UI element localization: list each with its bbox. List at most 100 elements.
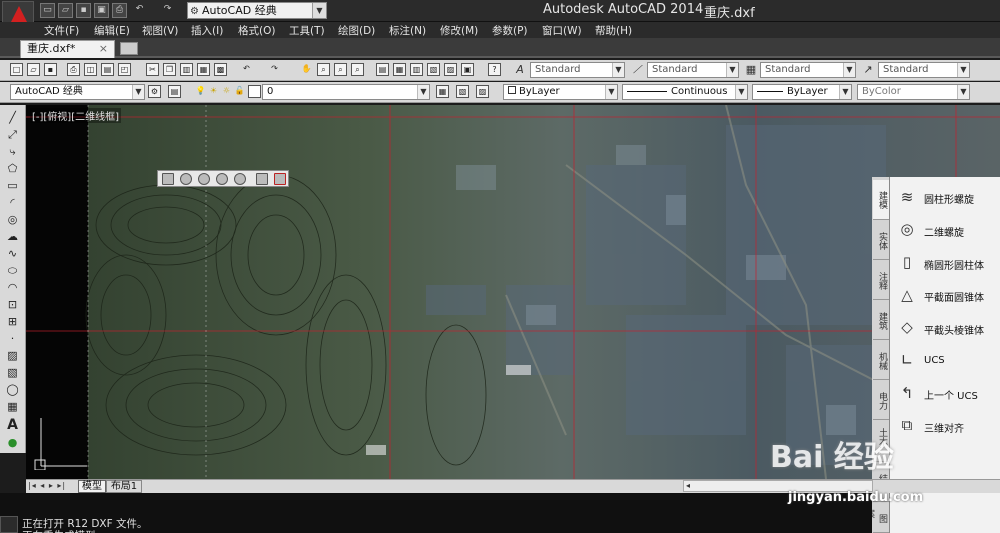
palette-tab-electrical[interactable]: 电力 xyxy=(873,382,889,420)
text-style-dropdown[interactable]: Standard ▼ xyxy=(530,62,625,78)
elliptic-cylinder-icon[interactable]: ▯ xyxy=(895,250,919,274)
spiral-icon[interactable]: ◎ xyxy=(895,217,919,241)
palette-tab-modeling[interactable]: 建模 xyxy=(873,180,889,220)
region-icon[interactable]: ◯ xyxy=(5,383,20,397)
viewport-controls[interactable]: [-][俯视][二维线框] xyxy=(30,108,122,123)
command-line-grip[interactable] xyxy=(0,516,18,533)
frustum-cone-icon[interactable]: △ xyxy=(895,283,919,307)
insert-block-icon[interactable]: ⊡ xyxy=(5,298,20,312)
save-as-icon[interactable]: ▣ xyxy=(94,3,109,18)
menu-format[interactable]: 格式(O) xyxy=(238,23,275,38)
menu-modify[interactable]: 修改(M) xyxy=(440,23,478,38)
layer-on-icon[interactable]: 💡 xyxy=(194,85,207,98)
named-views-icon[interactable] xyxy=(162,173,174,185)
table-icon[interactable]: ▦ xyxy=(5,400,20,414)
front-view-icon[interactable] xyxy=(256,173,268,185)
polygon-icon[interactable]: ⬠ xyxy=(5,162,20,176)
close-icon[interactable]: × xyxy=(99,41,108,57)
palette-item-label[interactable]: 二维螺旋 xyxy=(924,224,964,239)
make-layer-current-icon[interactable]: ▦ xyxy=(436,85,449,98)
paste-icon[interactable]: ▥ xyxy=(180,63,193,76)
save-icon[interactable]: ▪ xyxy=(76,3,91,18)
palette-item-label[interactable]: 上一个 UCS xyxy=(924,387,978,402)
palette-item-label[interactable]: UCS xyxy=(924,355,945,366)
tab-model[interactable]: 模型 xyxy=(78,480,106,493)
plot-icon[interactable]: ⎙ xyxy=(67,63,80,76)
add-selected-icon[interactable]: ● xyxy=(5,436,20,450)
arc-icon[interactable]: ◜ xyxy=(5,196,20,210)
layer-properties-icon[interactable]: ▤ xyxy=(168,85,181,98)
menu-view[interactable]: 视图(V) xyxy=(142,23,178,38)
make-block-icon[interactable]: ⊞ xyxy=(5,315,20,329)
pan-icon[interactable]: ✋ xyxy=(300,63,313,76)
redo-icon[interactable]: ↷ xyxy=(268,63,281,76)
circle-icon[interactable]: ◎ xyxy=(5,213,20,227)
top-view-icon[interactable] xyxy=(180,173,192,185)
layer-previous-icon[interactable]: ▧ xyxy=(456,85,469,98)
match-properties-icon[interactable]: ▦ xyxy=(197,63,210,76)
palette-tab-architectural[interactable]: 建筑 xyxy=(873,302,889,340)
block-editor-icon[interactable]: ▩ xyxy=(214,63,227,76)
palette-item-label[interactable]: 椭圆形圆柱体 xyxy=(924,257,984,272)
ucs-icon[interactable]: ∟ xyxy=(895,348,919,372)
line-icon[interactable]: ╱ xyxy=(5,111,20,125)
tab-document[interactable]: 重庆.dxf* × xyxy=(20,40,115,58)
helix-icon[interactable]: ≋ xyxy=(895,185,919,209)
tab-layout1[interactable]: 布局1 xyxy=(106,480,142,493)
lineweight-dropdown[interactable]: ByLayer ▼ xyxy=(752,84,852,100)
menu-insert[interactable]: 插入(I) xyxy=(191,23,223,38)
palette-item-label[interactable]: 圆柱形螺旋 xyxy=(924,191,974,206)
menu-dimension[interactable]: 标注(N) xyxy=(389,23,426,38)
undo-icon[interactable]: ↶ xyxy=(240,63,253,76)
tool-palettes-icon[interactable]: ▥ xyxy=(410,63,423,76)
workspace-dropdown[interactable]: ⚙ AutoCAD 经典 ▼ xyxy=(187,2,327,19)
plot-preview-icon[interactable]: ◫ xyxy=(84,63,97,76)
menu-window[interactable]: 窗口(W) xyxy=(542,23,582,38)
print-icon[interactable]: ⎙ xyxy=(112,3,127,18)
back-view-icon[interactable] xyxy=(274,173,286,185)
layer-lock-icon[interactable]: 🔓 xyxy=(233,85,246,98)
open-file-icon[interactable]: ▱ xyxy=(58,3,73,18)
markup-icon[interactable]: ▨ xyxy=(444,63,457,76)
rectangle-icon[interactable]: ▭ xyxy=(5,179,20,193)
properties-icon[interactable]: ▤ xyxy=(376,63,389,76)
construction-line-icon[interactable]: ⤢ xyxy=(5,128,20,142)
save-icon[interactable]: ▪ xyxy=(44,63,57,76)
layer-dropdown[interactable]: 0 ▼ xyxy=(262,84,430,100)
multileader-style-dropdown[interactable]: Standard ▼ xyxy=(878,62,970,78)
workspace-settings-icon[interactable]: ⚙ xyxy=(148,85,161,98)
ellipse-icon[interactable]: ⬭ xyxy=(5,264,20,278)
menu-draw[interactable]: 绘图(D) xyxy=(338,23,375,38)
help-icon[interactable]: ? xyxy=(488,63,501,76)
cut-icon[interactable]: ✂ xyxy=(146,63,159,76)
layout-tab-navigation[interactable]: |◂ ◂ ▸ ▸| xyxy=(28,481,78,492)
revision-cloud-icon[interactable]: ☁ xyxy=(5,230,20,244)
new-file-icon[interactable]: ▭ xyxy=(40,3,55,18)
right-view-icon[interactable] xyxy=(234,173,246,185)
undo-icon[interactable]: ↶ xyxy=(132,3,147,18)
palette-tab-annotation[interactable]: 注释 xyxy=(873,262,889,300)
layer-freeze-icon[interactable]: ☀ xyxy=(207,85,220,98)
drawing-canvas[interactable] xyxy=(26,105,1000,479)
linetype-dropdown[interactable]: Continuous ▼ xyxy=(622,84,748,100)
copy-icon[interactable]: ❐ xyxy=(163,63,176,76)
left-view-icon[interactable] xyxy=(216,173,228,185)
palette-tab-mechanical[interactable]: 机械 xyxy=(873,342,889,380)
ucs-previous-icon[interactable]: ↰ xyxy=(895,381,919,405)
menu-edit[interactable]: 编辑(E) xyxy=(94,23,130,38)
calculator-icon[interactable]: ▣ xyxy=(461,63,474,76)
multiline-text-icon[interactable]: A xyxy=(5,418,20,432)
layer-state-icon[interactable]: ▨ xyxy=(476,85,489,98)
palette-tab-solids[interactable]: 实体 xyxy=(873,222,889,260)
zoom-realtime-icon[interactable]: ⌕ xyxy=(317,63,330,76)
spline-icon[interactable]: ∿ xyxy=(5,247,20,261)
dim-style-dropdown[interactable]: Standard ▼ xyxy=(647,62,739,78)
menu-file[interactable]: 文件(F) xyxy=(44,23,79,38)
gradient-icon[interactable]: ▧ xyxy=(5,366,20,380)
menu-tools[interactable]: 工具(T) xyxy=(289,23,325,38)
new-icon[interactable]: □ xyxy=(10,63,23,76)
workspace-switch-dropdown[interactable]: AutoCAD 经典 ▼ xyxy=(10,84,145,100)
sheet-set-icon[interactable]: ▧ xyxy=(427,63,440,76)
zoom-previous-icon[interactable]: ⌕ xyxy=(351,63,364,76)
menu-parametric[interactable]: 参数(P) xyxy=(492,23,528,38)
